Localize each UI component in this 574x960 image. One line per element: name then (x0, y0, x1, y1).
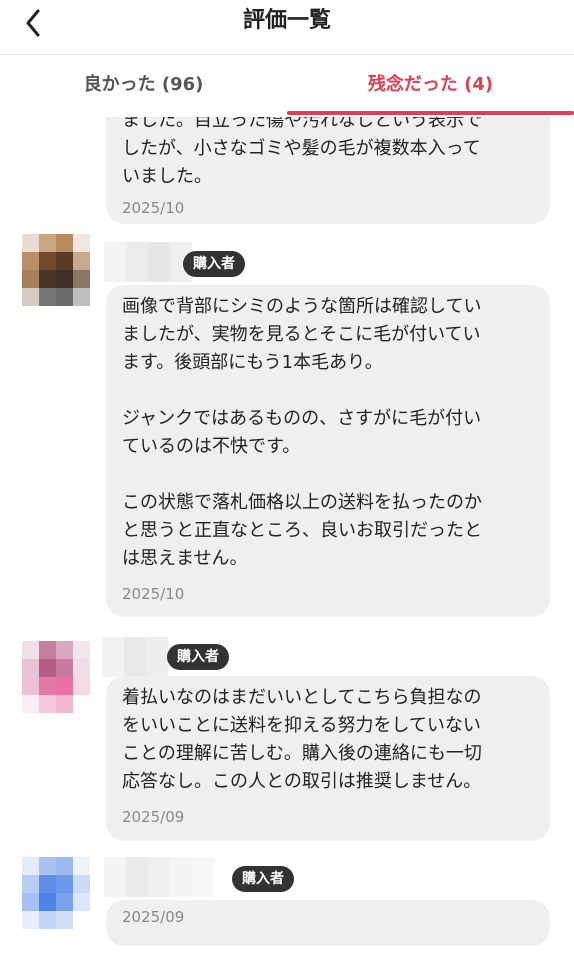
review-text: 着払いなのはまだいいとしてこちら負担なの をいいことに送料を抑える努力をしていな… (122, 687, 482, 792)
review-bubble: 着払いなのはまだいいとしてこちら負担なの をいいことに送料を抑える努力をしていな… (106, 676, 550, 841)
username-blurred[interactable] (102, 637, 168, 677)
avatar[interactable] (22, 234, 90, 306)
top-bar: 評価一覧 (0, 0, 574, 55)
review-text: ました。目立った傷や汚れなしという表示で したが、小さなゴミや髪の毛が複数本入っ… (122, 117, 482, 187)
username-blurred[interactable] (104, 857, 214, 897)
review-text: 画像で背部にシミのような箇所は確認してい ましたが、実物を見るとそこに毛が付いて… (122, 296, 482, 569)
buyer-badge: 購入者 (167, 644, 229, 670)
page-title: 評価一覧 (242, 8, 331, 33)
review-date: 2025/10 (122, 199, 185, 217)
review-date: 2025/09 (122, 808, 185, 826)
tab-bad[interactable]: 残念だった (4) (287, 55, 574, 115)
tab-good[interactable]: 良かった (96) (0, 55, 287, 115)
avatar[interactable] (22, 641, 90, 713)
active-tab-indicator (287, 111, 574, 115)
review-tabs: 良かった (96) 残念だった (4) (0, 55, 574, 115)
review-list[interactable]: ました。目立った傷や汚れなしという表示で したが、小さなゴミや髪の毛が複数本入っ… (0, 117, 574, 960)
buyer-badge: 購入者 (232, 866, 294, 892)
avatar[interactable] (22, 857, 90, 929)
review-date: 2025/10 (122, 585, 185, 603)
username-blurred[interactable] (104, 242, 192, 282)
review-bubble: ました。目立った傷や汚れなしという表示で したが、小さなゴミや髪の毛が複数本入っ… (106, 117, 550, 224)
review-bubble: 画像で背部にシミのような箇所は確認してい ましたが、実物を見るとそこに毛が付いて… (106, 285, 550, 617)
review-date: 2025/09 (122, 908, 185, 926)
review-bubble: 2025/09 (106, 900, 550, 946)
buyer-badge: 購入者 (183, 251, 245, 277)
